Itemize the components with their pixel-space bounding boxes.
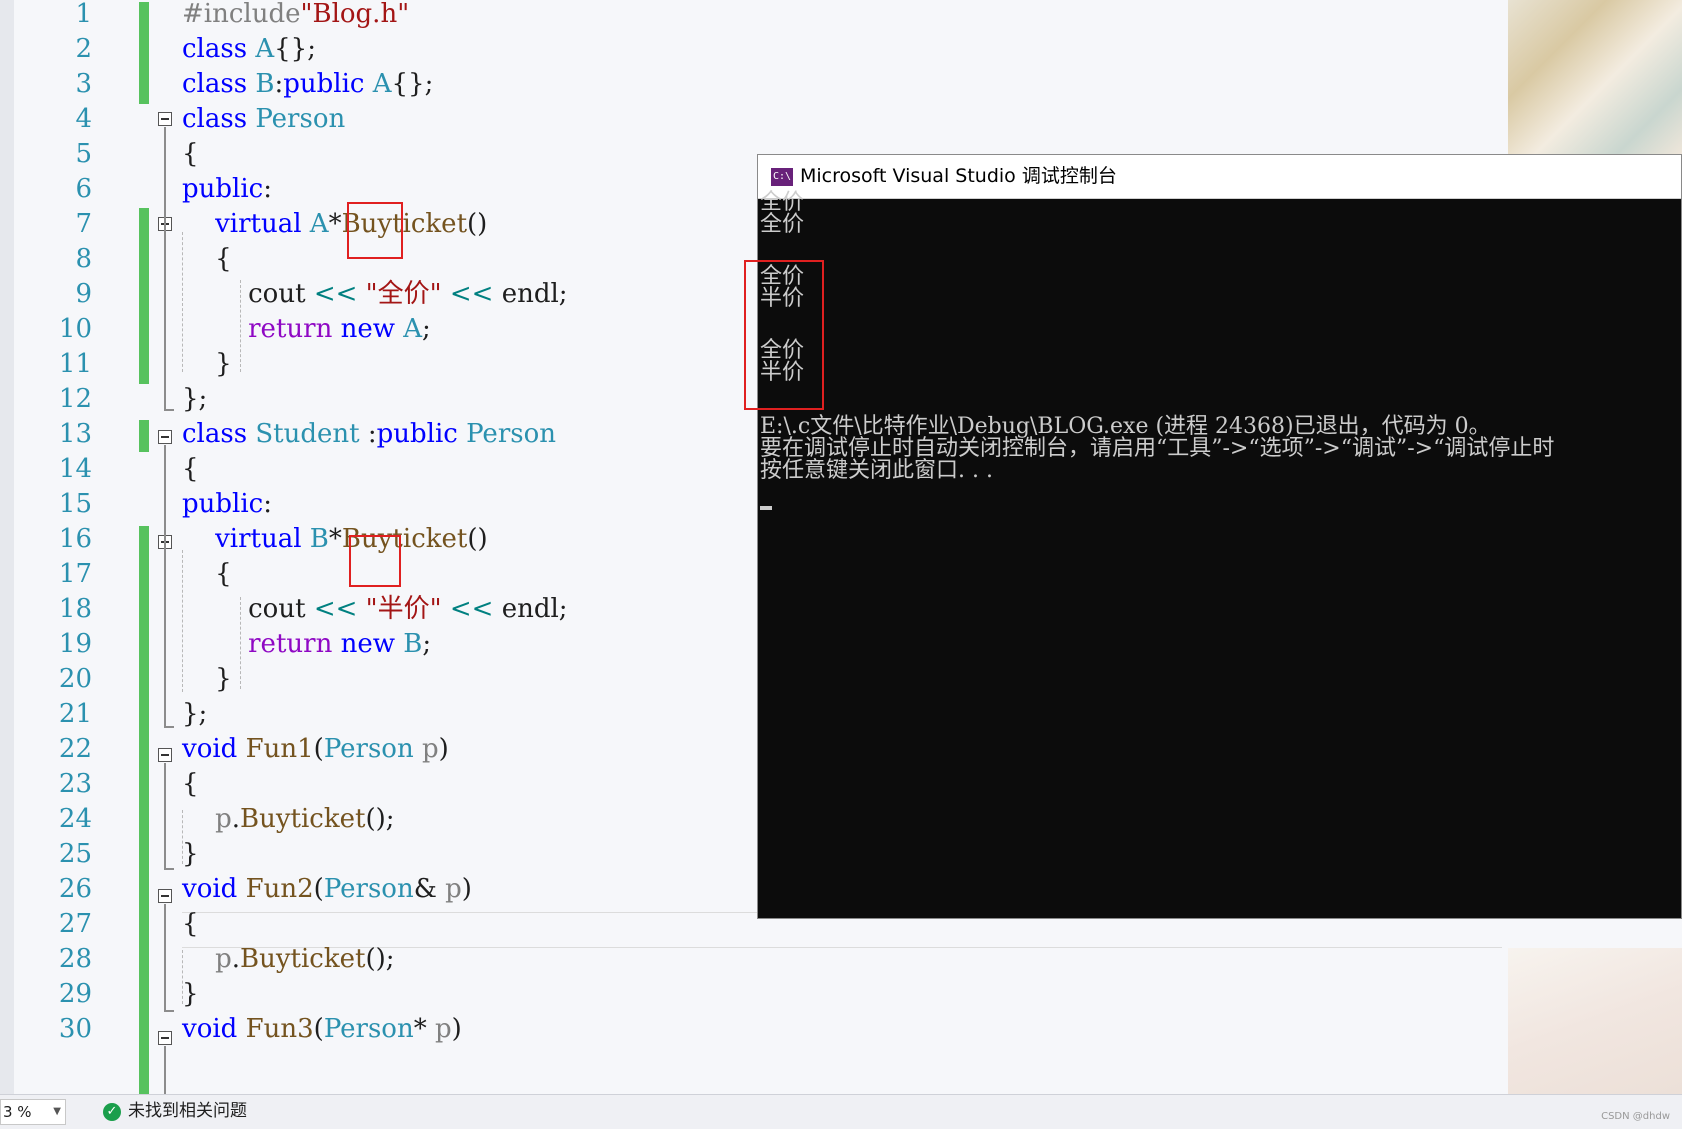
change-indicator — [139, 2, 149, 104]
fold-region-end — [164, 1010, 174, 1012]
console-title-bar[interactable]: C:\ Microsoft Visual Studio 调试控制台 — [758, 155, 1681, 199]
code-line-8: { — [215, 244, 232, 274]
code-line-2: class A{}; — [182, 34, 316, 64]
line-number: 1 — [75, 0, 92, 29]
code-line-29: } — [182, 979, 199, 1009]
fold-region-line — [164, 1046, 166, 1094]
line-number: 10 — [58, 314, 92, 344]
line-number: 24 — [58, 804, 92, 834]
highlight-box-console-output — [744, 260, 824, 410]
collapse-minus-icon[interactable] — [158, 748, 172, 762]
console-title: Microsoft Visual Studio 调试控制台 — [800, 165, 1117, 187]
console-cursor — [760, 506, 772, 510]
code-line-11: } — [215, 349, 232, 379]
fold-region-end — [164, 409, 174, 411]
fold-region-line — [164, 445, 166, 727]
zoom-level: 3 % — [3, 1103, 32, 1121]
line-number: 4 — [75, 104, 92, 134]
line-number: 19 — [58, 629, 92, 659]
line-number: 28 — [58, 944, 92, 974]
line-number: 30 — [58, 1014, 92, 1044]
code-line-1: #include"Blog.h" — [182, 0, 410, 29]
line-number: 15 — [58, 489, 92, 519]
background-artwork-lower — [1508, 948, 1682, 1094]
code-line-24: p.Buyticket(); — [215, 804, 395, 834]
code-line-18: cout << "半价" << endl; — [248, 594, 568, 624]
zoom-level-dropdown[interactable]: 3 % ▼ — [0, 1099, 66, 1125]
line-number: 20 — [58, 664, 92, 694]
console-output-line: 全价 — [760, 212, 805, 237]
line-number: 23 — [58, 769, 92, 799]
code-line-9: cout << "全价" << endl; — [248, 279, 568, 309]
line-number: 3 — [75, 69, 92, 99]
check-circle-icon: ✓ — [103, 1103, 121, 1121]
line-number: 8 — [75, 244, 92, 274]
line-number: 6 — [75, 174, 92, 204]
line-number: 13 — [58, 419, 92, 449]
code-line-10: return new A; — [248, 314, 431, 344]
code-line-25: } — [182, 839, 199, 869]
code-line-23: { — [182, 769, 199, 799]
status-bar: 3 % ▼ ✓ 未找到相关问题 CSDN @dhdw — [0, 1094, 1682, 1129]
fold-region-line — [164, 127, 166, 410]
code-line-19: return new B; — [248, 629, 432, 659]
line-number: 7 — [75, 209, 92, 239]
fold-region-end — [164, 868, 174, 870]
line-number: 2 — [75, 34, 92, 64]
code-line-5: { — [182, 139, 199, 169]
line-number: 21 — [58, 699, 92, 729]
code-line-4: class Person — [182, 104, 346, 134]
code-line-20: } — [215, 664, 232, 694]
code-line-7: virtual A*Buyticket() — [215, 209, 488, 239]
chevron-down-icon: ▼ — [53, 1106, 61, 1117]
line-number: 11 — [58, 349, 92, 379]
fold-region-end — [164, 726, 174, 728]
line-number: 29 — [58, 979, 92, 1009]
code-line-30: void Fun3(Person* p) — [182, 1014, 462, 1044]
editor-left-margin — [0, 0, 14, 1094]
collapse-minus-icon[interactable] — [158, 430, 172, 444]
code-line-16: virtual B*Buyticket() — [215, 524, 488, 554]
code-line-21: }; — [182, 699, 208, 729]
line-number: 16 — [58, 524, 92, 554]
fold-region-line — [164, 904, 166, 1011]
code-line-12: }; — [182, 384, 208, 414]
watermark: CSDN @dhdw — [1601, 1111, 1670, 1122]
issues-status-text[interactable]: 未找到相关问题 — [128, 1095, 247, 1128]
code-line-6: public: — [182, 174, 272, 204]
code-line-14: { — [182, 454, 199, 484]
line-number: 14 — [58, 454, 92, 484]
line-number: 18 — [58, 594, 92, 624]
collapse-minus-icon[interactable] — [158, 112, 172, 126]
code-line-26: void Fun2(Person& p) — [182, 874, 472, 904]
highlight-box-return-type-b — [349, 535, 401, 587]
code-line-3: class B:public A{}; — [182, 69, 434, 99]
line-number: 25 — [58, 839, 92, 869]
code-line-22: void Fun1(Person p) — [182, 734, 449, 764]
highlight-box-return-type-a — [347, 202, 403, 259]
code-line-27: { — [182, 909, 199, 939]
line-number: 12 — [58, 384, 92, 414]
fold-region-line — [164, 763, 166, 869]
line-number: 22 — [58, 734, 92, 764]
line-number: 9 — [75, 279, 92, 309]
change-indicator — [139, 208, 149, 384]
change-indicator — [139, 526, 149, 1094]
code-line-15: public: — [182, 489, 272, 519]
code-line-17: { — [215, 559, 232, 589]
code-line-13: class Student :public Person — [182, 419, 556, 449]
collapse-minus-icon[interactable] — [158, 889, 172, 903]
console-app-icon: C:\ — [771, 168, 793, 186]
line-number: 5 — [75, 139, 92, 169]
code-line-28: p.Buyticket(); — [215, 944, 395, 974]
line-number: 27 — [58, 909, 92, 939]
debug-console-window[interactable]: C:\ Microsoft Visual Studio 调试控制台 全价 全价 全价… — [744, 154, 1682, 919]
collapse-minus-icon[interactable] — [158, 1031, 172, 1045]
background-artwork — [1508, 0, 1682, 155]
change-indicator — [139, 420, 149, 452]
console-output-line: 按任意键关闭此窗口. . . — [760, 458, 993, 483]
line-number: 17 — [58, 559, 92, 589]
line-number: 26 — [58, 874, 92, 904]
